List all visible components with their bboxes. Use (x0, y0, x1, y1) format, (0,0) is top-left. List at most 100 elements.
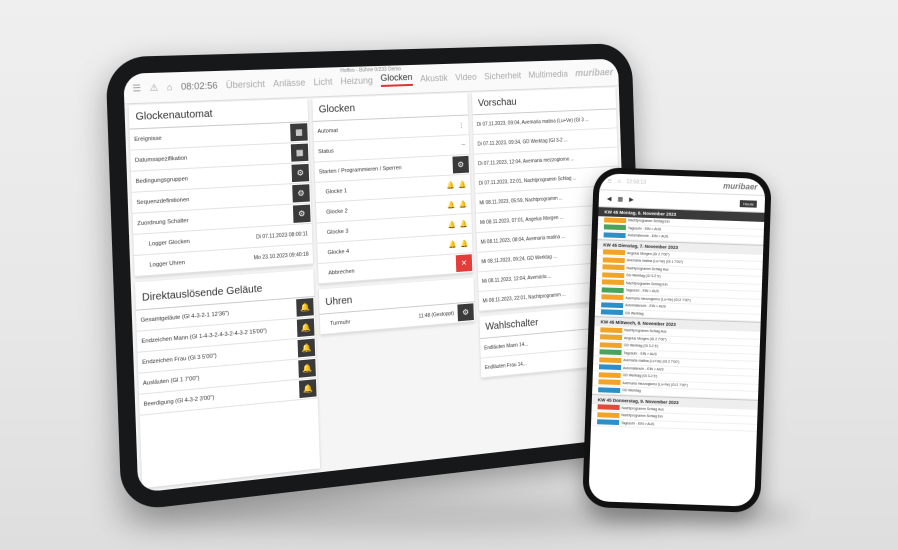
bell-icon[interactable]: 🔔 (297, 338, 316, 358)
event-tag (601, 294, 624, 301)
close-icon[interactable]: ✕ (455, 254, 473, 273)
event-tag (599, 357, 622, 363)
event-tag (602, 264, 625, 271)
event-tag (597, 419, 620, 426)
bell-icon[interactable]: 🔔 (446, 181, 454, 189)
calendar-icon[interactable]: ▦ (290, 143, 309, 162)
event-label: GD Werktag (Gl 3-2 5') (622, 373, 658, 379)
event-label: GD Werktag (624, 310, 644, 316)
event-tag (597, 412, 620, 418)
event-tag (602, 249, 626, 256)
phone-day-list: KW 45 Montag, 6. November 2023 Nachtprogr… (590, 206, 765, 432)
bell-icon[interactable]: 🔔 (447, 201, 455, 209)
event-label: Nachtprogramm Schlag Ein (621, 413, 663, 419)
brand-logo: muribaer (723, 181, 758, 192)
event-label: Nachtprogramm Schlag Aus (621, 405, 664, 412)
event-label: Avemaria mezzogiorno (Lu+Ve) (Gl 2 7'00"… (625, 295, 691, 303)
bell-icon[interactable]: 🔔 (460, 219, 468, 227)
brand-logo: muribaer (574, 66, 614, 79)
event-tag (599, 334, 623, 341)
gears-icon[interactable]: ⚙ (292, 184, 310, 203)
event-tag (601, 302, 624, 308)
event-label: Avemaria mezzogiorno (Lu+Ve) (Gl 2 7'00"… (622, 380, 688, 388)
glocken-panel: Glocken Automat ⋮ Status – Starten / Progr… (312, 92, 474, 285)
event-tag (600, 309, 624, 316)
tab-anlaesse[interactable]: Anlässe (273, 77, 306, 88)
event-tag (602, 257, 625, 263)
warning-icon[interactable]: ⚠ (617, 179, 622, 185)
event-label: Nachtprogramm Schlag Aus (624, 328, 667, 334)
event-label: Automatenuhr - EIN > AUS (622, 365, 664, 372)
tab-multimedia[interactable]: Multimedia (528, 69, 568, 80)
calendar-icon[interactable]: ▦ (290, 123, 308, 142)
calendar-icon[interactable]: ▦ (617, 195, 623, 202)
phone-screen: ☰ ⚠ 12:58:13 muribaer ◀ ▦ ▶ Heute KW 45 … (588, 173, 766, 507)
event-tag (598, 372, 621, 378)
event-tag (600, 327, 623, 333)
event-tag (603, 232, 626, 238)
next-icon[interactable]: ▶ (629, 196, 634, 203)
tab-uebersicht[interactable]: Übersicht (226, 79, 265, 91)
event-label: Angelus Morgen (Gl 2 7'00") (626, 250, 670, 257)
tablet-screen: ☰ ⚠ ⌂ 08:02:56 Übersicht Anlässe Licht H… (123, 58, 631, 493)
bell-icon[interactable]: 🔔 (460, 239, 468, 247)
bell-icon[interactable]: 🔔 (296, 298, 314, 317)
prev-icon[interactable]: ◀ (607, 195, 612, 202)
event-tag (602, 272, 625, 278)
event-tag (598, 387, 621, 393)
tab-sicherheit[interactable]: Sicherheit (484, 70, 521, 81)
tab-akustik[interactable]: Akustik (420, 73, 448, 84)
event-label: Automatenuhr - EIN > AUS (625, 303, 666, 309)
event-label: Tagesuhr - EIN > AUS (623, 350, 657, 357)
clock: 08:02:56 (180, 80, 218, 92)
glockenautomat-panel: Glockenautomat Ereignisse ▦ Datumsspezifi… (128, 98, 314, 278)
bell-icon[interactable]: 🔔 (298, 379, 317, 399)
event-tag (597, 404, 620, 411)
clock: 12:58:13 (626, 179, 647, 186)
dash-icon: – (461, 141, 466, 149)
phone-device: ☰ ⚠ 12:58:13 muribaer ◀ ▦ ▶ Heute KW 45 … (582, 166, 772, 514)
event-label: Tagesuhr - EIN > AUS (625, 288, 660, 294)
tab-licht[interactable]: Licht (313, 77, 332, 88)
bell-icon[interactable]: 🔔 (298, 358, 316, 378)
event-tag (598, 364, 622, 371)
event-label: Avemaria matina (Lu+Ve) (Gl 2 7'00") (623, 358, 680, 365)
tab-video[interactable]: Video (455, 72, 477, 83)
uhren-panel: Uhren Turmuhr 11:48 (Gestoppt) ⚙ (318, 277, 475, 336)
event-label: Tagesuhr - EIN > AUS (627, 225, 662, 232)
event-tag (601, 287, 624, 293)
bell-icon[interactable]: 🔔 (448, 220, 456, 228)
event-tag (598, 379, 621, 386)
gears-icon[interactable]: ⚙ (457, 303, 474, 322)
bell-icon[interactable]: 🔔 (448, 240, 456, 248)
tablet-device: ☰ ⚠ ⌂ 08:02:56 Übersicht Anlässe Licht H… (105, 43, 645, 512)
more-icon[interactable]: ⋮ (458, 121, 465, 129)
event-label: GD Werktag (Gl 3-2 5') (626, 273, 661, 279)
menu-icon[interactable]: ☰ (607, 178, 612, 184)
gears-icon[interactable]: ⚙ (291, 163, 310, 183)
gears-icon[interactable]: ⚙ (292, 204, 311, 223)
menu-icon[interactable]: ☰ (132, 82, 141, 94)
event-tag (603, 224, 626, 231)
warning-icon[interactable]: ⚠ (149, 82, 158, 94)
network-icon[interactable]: ⌂ (167, 82, 173, 93)
event-label: Avemaria matina (Lu+Ve) (Gl 1 7'00") (626, 258, 683, 265)
event-label: Tagesuhr - EIN > AUS (621, 420, 655, 427)
gears-icon[interactable]: ⚙ (452, 155, 469, 174)
event-label: GD Werktag (Gl 3-2 5') (623, 343, 659, 349)
bell-icon[interactable]: 🔔 (458, 180, 466, 188)
event-tag (604, 217, 627, 223)
event-label: Nachtprogramm Schlag Ein (625, 280, 668, 287)
direkt-panel: Direktauslösende Geläute Gesamtgeläute (… (135, 269, 321, 489)
event-tag (599, 349, 622, 356)
event-label: Nachtprogramm Schlag Ein (628, 218, 670, 224)
tab-heizung[interactable]: Heizung (340, 75, 373, 86)
event-label: GD Werktag (622, 388, 641, 394)
tab-glocken[interactable]: Glocken (380, 71, 413, 87)
bell-icon[interactable]: 🔔 (459, 200, 467, 208)
event-label: Nachtprogramm Schlag Aus (626, 265, 669, 272)
bell-icon[interactable]: 🔔 (296, 318, 315, 338)
event-label: Angelus Morgen (Gl 2 7'00") (623, 335, 667, 342)
event-tag (601, 279, 625, 286)
today-button[interactable]: Heute (740, 199, 757, 208)
